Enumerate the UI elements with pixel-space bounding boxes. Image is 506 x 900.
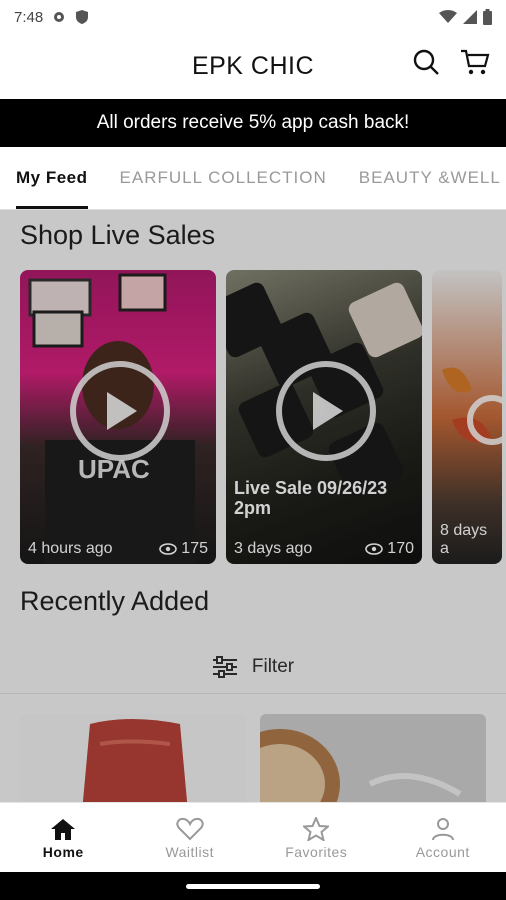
- status-bar: 7:48: [0, 0, 506, 34]
- product-card[interactable]: [260, 714, 486, 802]
- live-sales-title: Shop Live Sales: [20, 220, 216, 250]
- gesture-bar: [0, 872, 506, 900]
- star-icon: [303, 816, 330, 841]
- product-grid: [20, 714, 486, 802]
- heart-icon: [176, 817, 204, 840]
- bottom-nav: Home Waitlist Favorites Account: [0, 802, 506, 873]
- nav-waitlist[interactable]: Waitlist: [127, 803, 254, 873]
- eye-icon: [365, 543, 384, 555]
- recently-added-title: Recently Added: [20, 586, 210, 616]
- filter-label: Filter: [251, 656, 295, 677]
- filter-button[interactable]: Filter: [0, 640, 506, 694]
- product-card[interactable]: [20, 714, 246, 802]
- battery-icon: [483, 9, 492, 25]
- product-image: [260, 714, 486, 802]
- live-sale-card[interactable]: Live Sale 09/26/23 2pm 3 days ago 170: [226, 270, 422, 564]
- play-button[interactable]: [276, 361, 376, 461]
- signal-icon: [463, 10, 477, 24]
- home-gesture-pill[interactable]: [186, 884, 320, 889]
- card-time: 8 days a: [440, 522, 488, 557]
- tab-beauty-wellness[interactable]: BEAUTY &WELL: [343, 147, 506, 209]
- live-sale-thumbnail: [432, 270, 502, 564]
- eye-icon: [159, 543, 178, 555]
- tab-label: My Feed: [16, 168, 88, 187]
- nav-home[interactable]: Home: [0, 803, 127, 873]
- card-meta: 4 hours ago 175: [28, 540, 208, 558]
- status-time: 7:48: [14, 8, 44, 26]
- nav-label: Favorites: [285, 843, 348, 860]
- tab-label: EARFULL COLLECTION: [119, 168, 327, 187]
- nav-account[interactable]: Account: [380, 803, 506, 873]
- card-time: 3 days ago: [234, 540, 313, 557]
- nav-label: Waitlist: [165, 843, 215, 860]
- view-count: 170: [365, 540, 414, 558]
- app-title: EPK CHIC: [191, 51, 315, 80]
- live-sales-carousel: UPAC 4 hours ago 175 Live Sale 09/26/23 …: [20, 270, 502, 564]
- gear-icon: [51, 9, 67, 25]
- category-tabs: My Feed EARFULL COLLECTION BEAUTY &WELL: [0, 147, 506, 210]
- tab-label: BEAUTY &WELL: [358, 168, 501, 187]
- card-time: 4 hours ago: [28, 540, 113, 557]
- tab-earfull-collection[interactable]: EARFULL COLLECTION: [104, 147, 343, 209]
- view-count: 175: [159, 540, 208, 558]
- card-caption: Live Sale 09/26/23 2pm: [234, 478, 388, 518]
- promo-text: All orders receive 5% app cash back!: [96, 112, 410, 133]
- live-sale-card[interactable]: 8 days a: [432, 270, 502, 564]
- card-meta: 3 days ago 170: [234, 540, 414, 558]
- app-header: EPK CHIC: [0, 34, 506, 98]
- nav-label: Home: [42, 843, 84, 860]
- shield-icon: [75, 9, 89, 25]
- promo-banner: All orders receive 5% app cash back!: [0, 99, 506, 147]
- view-count-value: 170: [387, 540, 414, 557]
- view-count-value: 175: [181, 540, 208, 557]
- person-icon: [431, 817, 454, 840]
- feed: Shop Live Sales UPAC 4 hours ago 175 Liv…: [0, 210, 506, 802]
- search-icon[interactable]: [412, 48, 440, 76]
- divider: [0, 693, 506, 694]
- play-button[interactable]: [70, 361, 170, 461]
- card-meta: 8 days a: [440, 522, 494, 558]
- nav-favorites[interactable]: Favorites: [253, 803, 380, 873]
- tab-my-feed[interactable]: My Feed: [0, 147, 104, 209]
- wifi-icon: [439, 10, 457, 24]
- live-sale-card[interactable]: UPAC 4 hours ago 175: [20, 270, 216, 564]
- product-image: [20, 714, 246, 802]
- home-icon: [51, 818, 76, 840]
- cart-icon[interactable]: [460, 48, 490, 76]
- filter-sliders-icon: [212, 656, 238, 678]
- nav-label: Account: [415, 843, 470, 860]
